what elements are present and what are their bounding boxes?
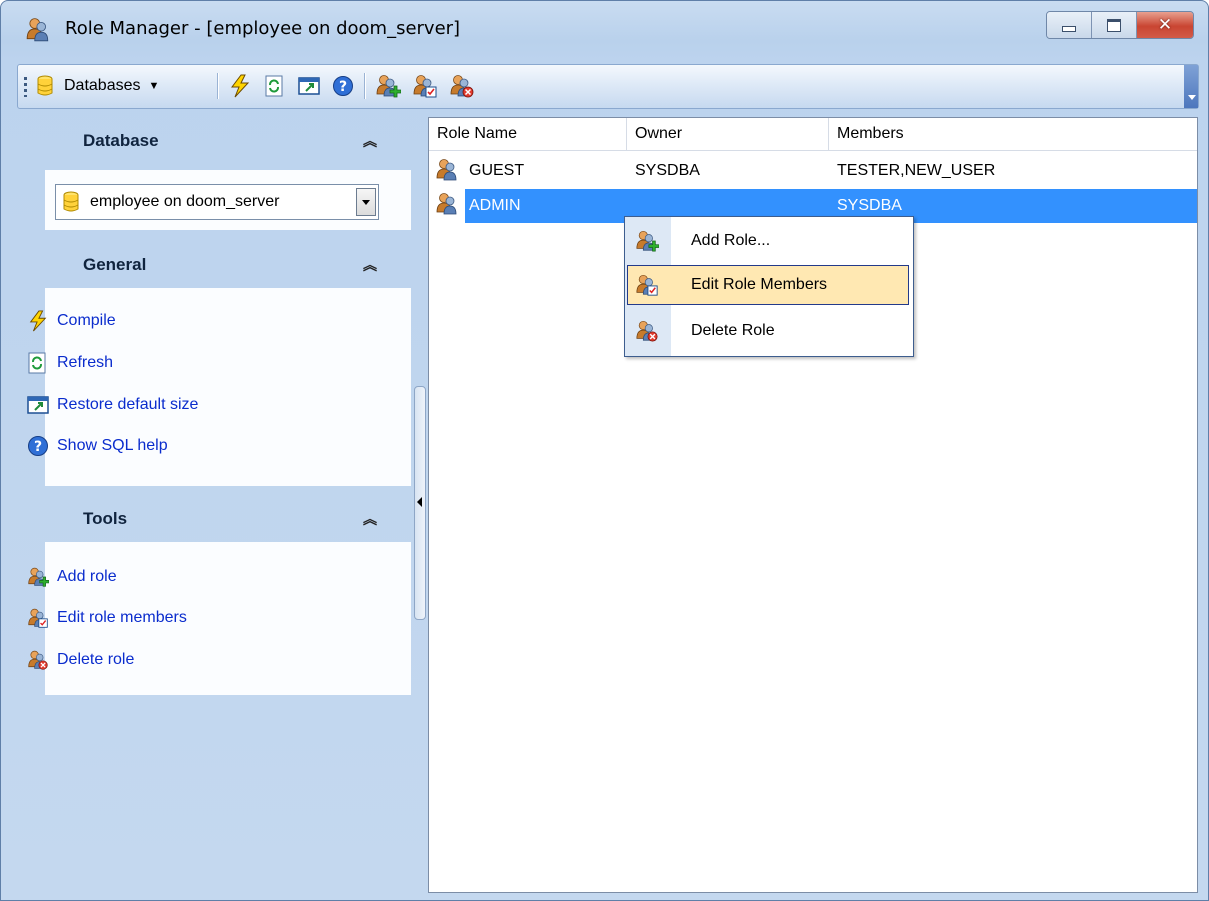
context-menu-item-add-role[interactable]: Add Role... xyxy=(627,221,909,261)
close-icon: ✕ xyxy=(1157,15,1173,35)
context-menu-item-delete-role[interactable]: Delete Role xyxy=(627,311,909,351)
selected-database: employee on doom_server xyxy=(90,193,280,210)
database-icon xyxy=(63,191,79,212)
close-button[interactable]: ✕ xyxy=(1137,12,1193,38)
refresh-icon xyxy=(265,75,283,97)
add-role-link[interactable]: Add role xyxy=(27,564,117,590)
databases-label: Databases xyxy=(64,77,141,94)
restore-default-size-button[interactable] xyxy=(298,74,320,98)
column-header-owner[interactable]: Owner xyxy=(627,118,829,150)
toolbar-overflow-button[interactable] xyxy=(1184,65,1198,108)
panel-splitter[interactable] xyxy=(414,386,426,620)
add-role-icon xyxy=(376,75,401,98)
context-menu-label: Edit Role Members xyxy=(691,276,828,293)
restore-size-icon xyxy=(298,77,320,95)
maximize-button[interactable] xyxy=(1092,12,1137,38)
caption-buttons: ✕ xyxy=(1046,11,1194,39)
add-role-icon xyxy=(28,567,49,587)
navigation-panel: Database ︽ employee on doom_server Gener… xyxy=(17,112,413,894)
delete-role-button[interactable] xyxy=(449,74,475,98)
owner-cell: SYSDBA xyxy=(635,162,700,179)
databases-dropdown[interactable]: Databases ▼ xyxy=(36,74,159,98)
delete-role-link[interactable]: Delete role xyxy=(27,647,134,673)
compile-label: Compile xyxy=(57,312,116,329)
lightning-icon xyxy=(231,74,250,98)
column-header-role-name[interactable]: Role Name xyxy=(429,118,627,150)
context-menu-label: Delete Role xyxy=(691,322,775,339)
tools-group-body: Add role Edit role members Delete role xyxy=(28,542,411,695)
context-menu: Add Role... Edit Role Members Delete Rol… xyxy=(624,216,914,357)
compile-link[interactable]: Compile xyxy=(27,308,116,334)
svg-text:?: ? xyxy=(339,79,347,95)
add-role-label: Add role xyxy=(57,568,117,585)
role-icon xyxy=(436,193,457,215)
show-sql-help-label: Show SQL help xyxy=(57,437,168,454)
collapse-chevron-icon[interactable]: ︽ xyxy=(363,255,377,275)
tools-group-header[interactable]: Tools ︽ xyxy=(17,490,413,548)
delete-role-icon xyxy=(636,320,658,342)
column-header-members[interactable]: Members xyxy=(829,118,1197,150)
show-sql-help-button[interactable]: ? xyxy=(332,74,354,98)
database-group-body: employee on doom_server xyxy=(45,170,411,230)
collapse-chevron-icon[interactable]: ︽ xyxy=(363,131,377,151)
collapse-left-icon[interactable] xyxy=(417,497,422,507)
minimize-button[interactable] xyxy=(1047,12,1092,38)
refresh-icon xyxy=(28,352,46,374)
edit-role-members-link[interactable]: Edit role members xyxy=(27,605,187,631)
delete-role-icon xyxy=(450,75,474,98)
show-sql-help-link[interactable]: ? Show SQL help xyxy=(27,433,168,459)
minimize-icon xyxy=(1062,26,1076,32)
title-bar[interactable]: Role Manager - [employee on doom_server]… xyxy=(1,1,1208,57)
toolbar-grip[interactable] xyxy=(24,77,27,97)
toolbar-separator xyxy=(364,73,366,99)
add-role-icon xyxy=(636,230,659,252)
role-icon xyxy=(436,159,457,181)
table-row[interactable]: GUEST SYSDBA TESTER,NEW_USER xyxy=(429,154,1197,188)
role-name-cell: ADMIN xyxy=(469,197,521,214)
toolbar-separator xyxy=(217,73,219,99)
members-cell: TESTER,NEW_USER xyxy=(837,162,996,179)
help-icon: ? xyxy=(333,76,353,96)
general-group-body: Compile Refresh Restore default size ? S… xyxy=(27,288,411,486)
grid-header: Role Name Owner Members xyxy=(429,118,1197,151)
context-menu-item-edit-role-members[interactable]: Edit Role Members xyxy=(627,265,909,305)
refresh-button[interactable] xyxy=(264,74,286,98)
toolbar: Databases ▼ ? xyxy=(17,64,1199,109)
collapse-chevron-icon[interactable]: ︽ xyxy=(363,509,377,529)
restore-default-size-label: Restore default size xyxy=(57,396,199,413)
restore-default-size-link[interactable]: Restore default size xyxy=(27,392,198,418)
window-title: Role Manager - [employee on doom_server] xyxy=(65,18,461,39)
restore-size-icon xyxy=(27,396,49,414)
compile-button[interactable] xyxy=(229,74,251,98)
refresh-link[interactable]: Refresh xyxy=(27,350,113,376)
help-icon: ? xyxy=(28,436,48,456)
role-name-cell: GUEST xyxy=(469,162,525,179)
edit-role-members-icon xyxy=(636,274,658,296)
general-group-title: General xyxy=(83,255,147,274)
context-menu-label: Add Role... xyxy=(691,232,771,249)
role-manager-icon xyxy=(26,18,49,42)
edit-role-members-icon xyxy=(28,608,48,628)
chevron-down-icon[interactable] xyxy=(356,188,376,216)
tools-group-title: Tools xyxy=(83,509,128,528)
edit-role-members-icon xyxy=(413,75,437,98)
database-group-title: Database xyxy=(83,131,159,150)
general-group-header[interactable]: General ︽ xyxy=(17,236,413,294)
edit-role-members-button[interactable] xyxy=(412,74,438,98)
edit-role-members-label: Edit role members xyxy=(57,609,187,626)
maximize-icon xyxy=(1107,18,1121,32)
delete-role-label: Delete role xyxy=(57,651,135,668)
lightning-icon xyxy=(29,310,47,332)
database-selector[interactable]: employee on doom_server xyxy=(55,184,379,220)
database-group-header[interactable]: Database ︽ xyxy=(17,112,413,170)
database-icon xyxy=(37,75,53,96)
refresh-label: Refresh xyxy=(57,354,114,371)
delete-role-icon xyxy=(28,650,48,670)
role-manager-window: Role Manager - [employee on doom_server]… xyxy=(0,0,1209,901)
svg-text:?: ? xyxy=(34,439,42,455)
chevron-down-icon: ▼ xyxy=(148,80,160,92)
add-role-button[interactable] xyxy=(375,74,401,98)
